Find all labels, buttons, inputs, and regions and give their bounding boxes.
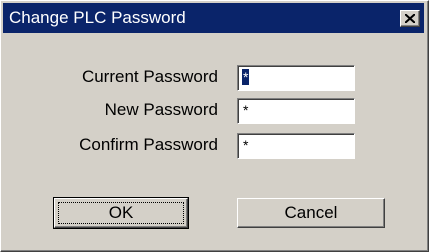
current-password-field[interactable]: *	[237, 65, 355, 91]
confirm-password-field[interactable]: *	[237, 133, 355, 159]
ok-button[interactable]: OK	[53, 197, 189, 229]
new-password-value: *	[243, 102, 249, 118]
cancel-button[interactable]: Cancel	[237, 198, 385, 228]
cancel-button-label: Cancel	[284, 203, 338, 222]
confirm-password-value: *	[243, 137, 249, 153]
confirm-password-label: Confirm Password	[79, 135, 218, 154]
current-password-value: *	[242, 69, 250, 85]
title-bar[interactable]: Change PLC Password	[3, 3, 424, 33]
close-button[interactable]	[400, 10, 420, 27]
current-password-label: Current Password	[81, 67, 218, 86]
change-plc-password-dialog: Change PLC Password Current Password * N…	[0, 0, 429, 252]
window-title: Change PLC Password	[9, 8, 186, 27]
close-icon	[405, 14, 415, 23]
new-password-field[interactable]: *	[237, 98, 355, 124]
new-password-label: New Password	[104, 100, 218, 119]
ok-button-label: OK	[108, 203, 134, 222]
